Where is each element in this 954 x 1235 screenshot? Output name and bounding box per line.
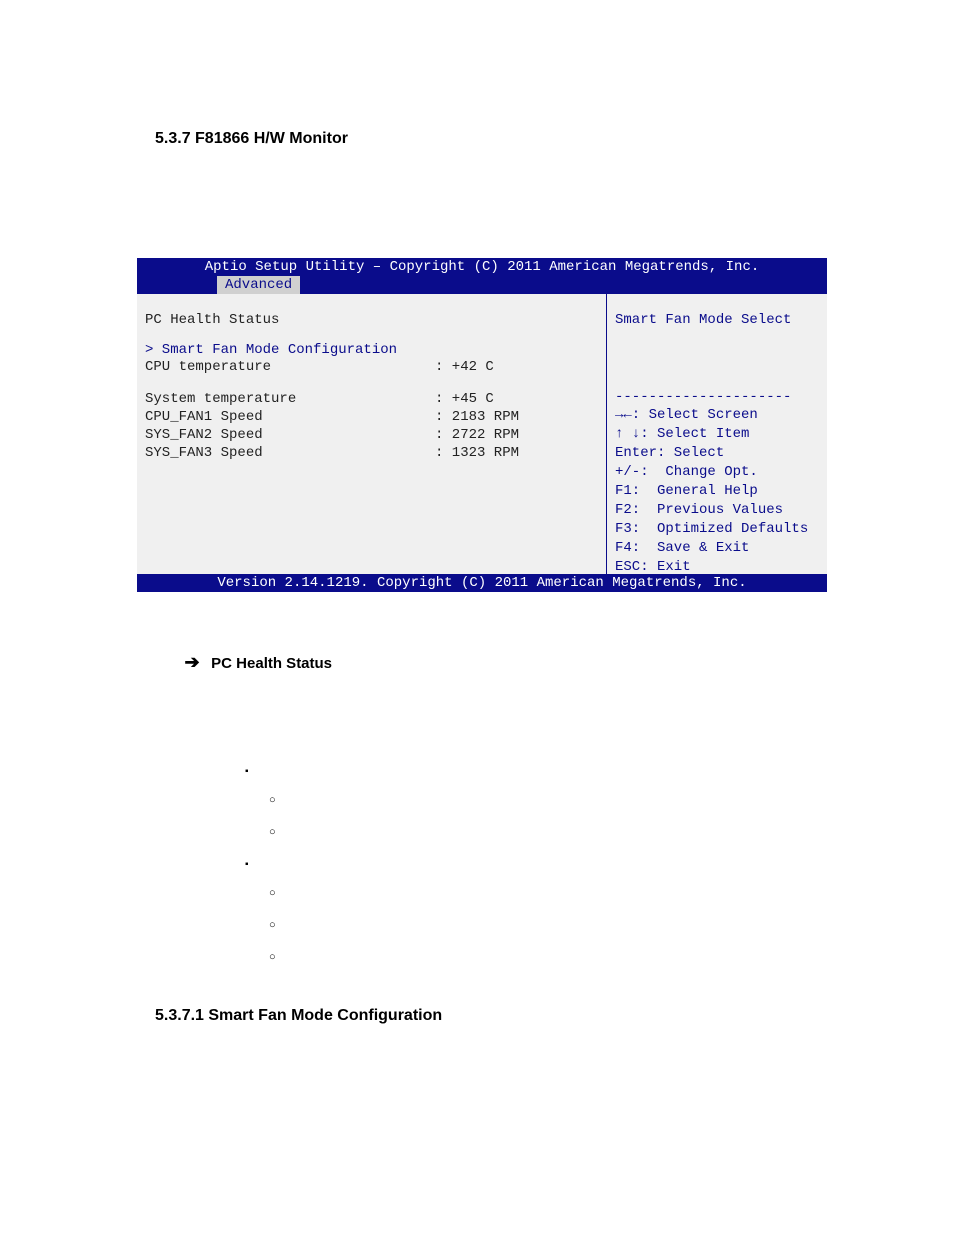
bios-tab-row: Advanced — [137, 276, 827, 294]
bios-screenshot: Aptio Setup Utility – Copyright (C) 2011… — [137, 258, 827, 592]
section-title: 5.3.7 F81866 H/W Monitor — [155, 130, 824, 148]
help-title: Smart Fan Mode Select — [615, 312, 819, 328]
label-sys-temp: System temperature — [145, 390, 435, 408]
list-item — [269, 791, 824, 809]
value-sys-fan2: : 2722 RPM — [435, 426, 519, 444]
document-page: 5.3.7 F81866 H/W Monitor Aptio Setup Uti… — [0, 0, 954, 1085]
help-select-screen: →←: Select Screen — [615, 406, 819, 425]
list-item — [269, 823, 824, 841]
tab-advanced[interactable]: Advanced — [217, 276, 300, 294]
help-f1: F1: General Help — [615, 482, 819, 501]
label-cpu-temp: CPU temperature — [145, 358, 435, 376]
value-sys-fan3: : 1323 RPM — [435, 444, 519, 462]
row-cpu-fan1: CPU_FAN1 Speed : 2183 RPM — [145, 408, 598, 426]
bios-left-pane: PC Health Status > Smart Fan Mode Config… — [137, 294, 607, 574]
value-sys-temp: : +45 C — [435, 390, 494, 408]
row-sys-fan2: SYS_FAN2 Speed : 2722 RPM — [145, 426, 598, 444]
sub-section-title: 5.3.7.1 Smart Fan Mode Configuration — [155, 1007, 824, 1025]
help-divider: --------------------- — [615, 388, 819, 406]
help-f2: F2: Previous Values — [615, 501, 819, 520]
pc-health-status-label: PC Health Status — [145, 312, 598, 328]
help-enter: Enter: Select — [615, 444, 819, 463]
list-item — [269, 948, 824, 966]
list-item — [269, 916, 824, 934]
help-change-opt: +/-: Change Opt. — [615, 463, 819, 482]
list-item — [269, 884, 824, 902]
label-sys-fan3: SYS_FAN3 Speed — [145, 444, 435, 462]
pc-health-bullet-text: PC Health Status — [211, 655, 332, 672]
label-sys-fan2: SYS_FAN2 Speed — [145, 426, 435, 444]
bullet-block — [245, 763, 824, 967]
value-cpu-temp: : +42 C — [435, 358, 494, 376]
bios-right-pane: Smart Fan Mode Select ------------------… — [607, 294, 827, 574]
bios-header: Aptio Setup Utility – Copyright (C) 2011… — [137, 258, 827, 276]
row-sys-fan3: SYS_FAN3 Speed : 1323 RPM — [145, 444, 598, 462]
list-item — [245, 856, 824, 967]
list-item — [245, 763, 824, 842]
smart-fan-menu-item[interactable]: > Smart Fan Mode Configuration — [145, 342, 598, 358]
row-cpu-temp: CPU temperature : +42 C — [145, 358, 598, 376]
arrow-right-icon: ➔ — [177, 652, 207, 673]
pc-health-bullet-heading: ➔ PC Health Status — [177, 652, 824, 673]
bios-footer: Version 2.14.1219. Copyright (C) 2011 Am… — [137, 574, 827, 592]
help-select-item: ↑ ↓: Select Item — [615, 425, 819, 444]
value-cpu-fan1: : 2183 RPM — [435, 408, 519, 426]
bios-body: PC Health Status > Smart Fan Mode Config… — [137, 294, 827, 574]
row-sys-temp: System temperature : +45 C — [145, 390, 598, 408]
help-f4: F4: Save & Exit — [615, 539, 819, 558]
help-f3: F3: Optimized Defaults — [615, 520, 819, 539]
label-cpu-fan1: CPU_FAN1 Speed — [145, 408, 435, 426]
